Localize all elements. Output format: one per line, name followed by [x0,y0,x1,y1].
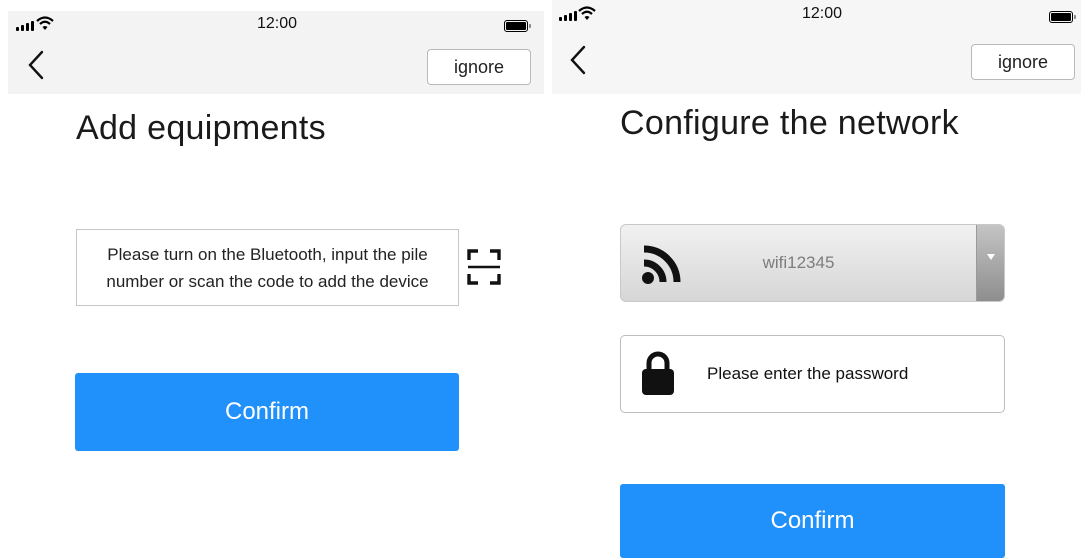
status-time: 12:00 [257,15,298,32]
confirm-button-label: Confirm [224,398,309,425]
confirm-button[interactable]: Confirm [620,484,1005,558]
status-bar: 12:00 [8,11,544,39]
lock-icon [642,351,674,395]
ignore-button[interactable]: ignore [427,49,531,85]
password-placeholder: Please enter the password [707,364,909,383]
signal-icon [16,21,34,31]
scan-code-icon[interactable] [467,249,501,285]
status-time: 12:00 [802,5,843,22]
signal-icon [559,11,577,21]
wifi-network-select[interactable]: wifi12345 [620,224,1005,302]
configure-network-screen: 12:00 ignore Configure the network wifi1… [552,0,1081,558]
top-bar: 12:00 ignore [552,0,1081,94]
password-field[interactable]: Please enter the password [620,335,1005,413]
confirm-button-label: Confirm [770,507,855,534]
battery-icon [1049,11,1076,23]
selected-ssid: wifi12345 [762,253,835,272]
status-bar: 12:00 [552,0,1081,28]
instruction-text: Please turn on the Bluetooth, input the … [106,244,429,291]
top-bar: 12:00 ignore [8,11,544,94]
battery-icon [504,20,531,32]
page-title: Add equipments [76,109,326,147]
back-chevron-icon[interactable] [26,50,46,80]
ignore-button-label: ignore [997,51,1049,72]
wifi-status-icon [36,16,54,30]
wifi-status-icon [578,6,596,20]
back-chevron-icon[interactable] [568,45,588,75]
instruction-box: Please turn on the Bluetooth, input the … [76,229,459,306]
page-title: Configure the network [620,104,959,142]
dropdown-toggle[interactable] [976,225,1004,301]
ignore-button[interactable]: ignore [971,44,1075,80]
add-equipment-screen: 12:00 ignore Add equipments Please turn … [0,0,545,558]
confirm-button[interactable]: Confirm [75,373,459,451]
ignore-button-label: ignore [453,56,505,77]
dropdown-arrow-icon [987,254,995,260]
